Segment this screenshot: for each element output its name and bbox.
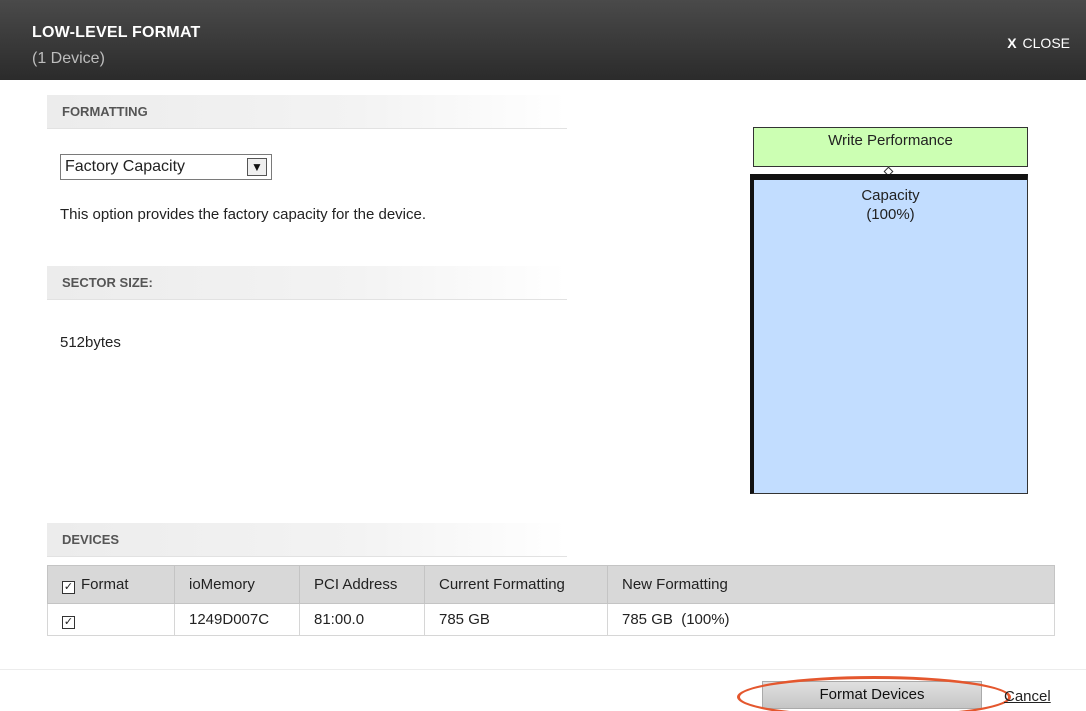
column-label: Format bbox=[81, 575, 129, 593]
formatting-select[interactable]: Factory Capacity ▼ bbox=[60, 154, 272, 180]
devices-section-header: DEVICES bbox=[47, 523, 567, 557]
dialog-title-bar: LOW-LEVEL FORMAT (1 Device) X CLOSE bbox=[0, 0, 1086, 80]
format-cell: ✓ bbox=[47, 603, 175, 636]
device-format-checkbox[interactable]: ✓ bbox=[62, 615, 75, 629]
write-performance-block: Write Performance bbox=[753, 127, 1028, 167]
column-header-current-formatting: Current Formatting bbox=[424, 565, 608, 604]
close-icon: X bbox=[1007, 35, 1017, 51]
current-formatting-cell: 785 GB bbox=[424, 603, 608, 636]
formatting-section-header: FORMATTING bbox=[47, 95, 567, 129]
formatting-description: This option provides the factory capacit… bbox=[60, 206, 427, 223]
table-row: ✓ 1249D007C 81:00.0 785 GB 785 GB (100%) bbox=[47, 603, 1055, 636]
dialog-title: LOW-LEVEL FORMAT bbox=[32, 24, 201, 41]
iomemory-cell: 1249D007C bbox=[174, 603, 300, 636]
sector-size-value: 512bytes bbox=[60, 334, 121, 351]
table-header-row: ✓ Format ioMemory PCI Address Current For… bbox=[47, 565, 1055, 604]
close-label: CLOSE bbox=[1022, 35, 1070, 51]
devices-table: ✓ Format ioMemory PCI Address Current For… bbox=[47, 565, 1055, 636]
column-header-new-formatting: New Formatting bbox=[607, 565, 1055, 604]
chevron-down-icon[interactable]: ▼ bbox=[247, 158, 267, 176]
column-header-format[interactable]: ✓ Format bbox=[47, 565, 175, 604]
select-all-checkbox[interactable]: ✓ bbox=[62, 580, 75, 594]
format-devices-button[interactable]: Format Devices bbox=[737, 676, 1011, 711]
capacity-block: Capacity (100%) bbox=[750, 174, 1028, 494]
pci-address-cell: 81:00.0 bbox=[299, 603, 425, 636]
column-header-iomemory: ioMemory bbox=[174, 565, 300, 604]
cancel-link[interactable]: Cancel bbox=[1004, 688, 1051, 705]
dialog-subtitle: (1 Device) bbox=[32, 50, 105, 67]
formatting-select-value: Factory Capacity bbox=[65, 158, 186, 175]
capacity-percent: (100%) bbox=[866, 206, 915, 223]
column-header-pci-address: PCI Address bbox=[299, 565, 425, 604]
capacity-label: Capacity bbox=[861, 187, 920, 204]
footer-divider bbox=[0, 669, 1086, 670]
close-button[interactable]: X CLOSE bbox=[1007, 35, 1070, 51]
sector-size-section-header: SECTOR SIZE: bbox=[47, 266, 567, 300]
new-formatting-cell: 785 GB (100%) bbox=[607, 603, 1055, 636]
